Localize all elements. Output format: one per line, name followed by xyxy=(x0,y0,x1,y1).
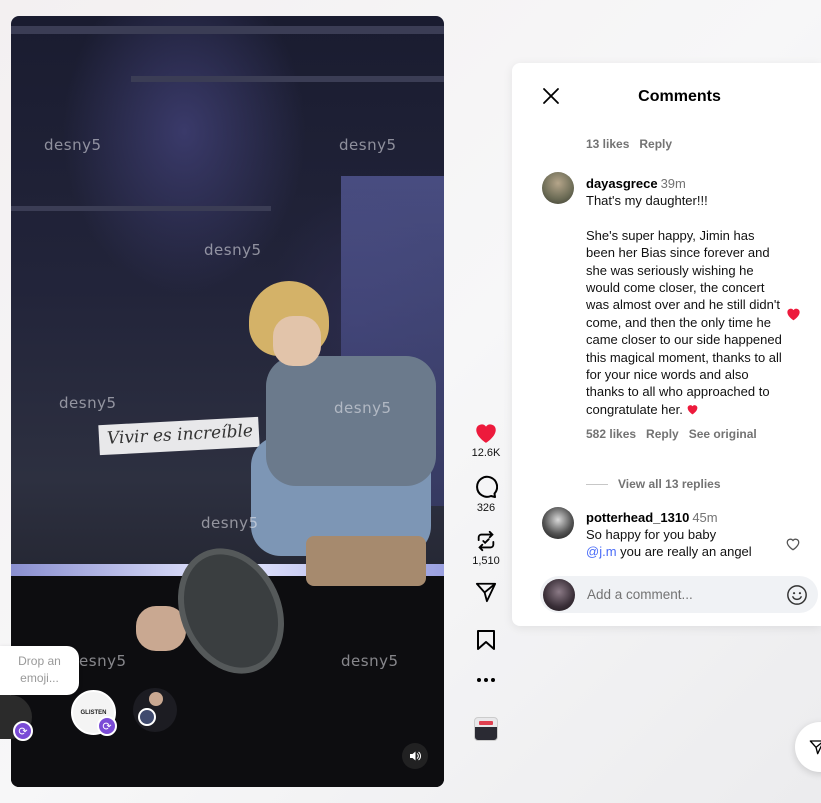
mention-link[interactable]: @j.m xyxy=(586,544,617,559)
comment-text: That's my daughter!!! xyxy=(586,193,708,208)
comment: potterhead_1310 45m So happy for you baby… xyxy=(586,509,782,561)
comment-time: 45m xyxy=(692,510,718,525)
reply-link[interactable]: Reply xyxy=(646,427,679,441)
send-icon xyxy=(475,582,497,603)
stage-truss xyxy=(11,206,271,211)
reply-link[interactable]: Reply xyxy=(639,137,672,151)
watermark: desny5 xyxy=(44,136,102,154)
comment-username[interactable]: potterhead_1310 xyxy=(586,510,689,525)
add-comment-field[interactable]: Add a comment... xyxy=(540,576,818,613)
more-icon xyxy=(477,678,495,682)
bookmark-icon xyxy=(477,630,495,650)
see-original-link[interactable]: See original xyxy=(689,427,757,441)
stage-truss xyxy=(11,26,444,34)
avatar[interactable] xyxy=(542,507,574,539)
comment-time: 39m xyxy=(660,176,686,191)
like-count: 13 likes xyxy=(586,137,630,151)
avatar[interactable] xyxy=(542,172,574,204)
repost-badge-icon: ⟳ xyxy=(13,721,33,741)
emoji-drop-zone[interactable]: Drop an emoji... xyxy=(0,646,79,695)
speaker-icon xyxy=(410,751,421,761)
performer-face xyxy=(273,316,321,366)
repost-button[interactable]: 1,510 xyxy=(472,530,500,567)
watermark: desny5 xyxy=(334,399,392,417)
heart-outline-icon[interactable] xyxy=(785,537,801,551)
watermark: desny5 xyxy=(59,394,117,412)
like-button[interactable]: 12.6K xyxy=(471,420,501,459)
comment-button[interactable]: 326 xyxy=(474,475,498,514)
action-rail: 12.6K 326 1,510 xyxy=(466,420,506,741)
avatar-label: GLISTEN xyxy=(80,709,107,716)
repost-badge-icon: ⟳ xyxy=(97,716,117,736)
panel-title: Comments xyxy=(638,88,721,105)
stage-truss xyxy=(131,76,444,82)
red-heart-emoji-icon xyxy=(688,405,698,415)
divider xyxy=(586,483,608,485)
comment-text: @j.m you are really an angel xyxy=(586,544,752,560)
comment-meta: 582 likes Reply See original xyxy=(586,427,782,441)
share-button[interactable] xyxy=(475,581,497,603)
audio-thumbnail[interactable] xyxy=(474,717,498,741)
sound-icon[interactable] xyxy=(402,743,428,769)
comment-text: So happy for you baby xyxy=(586,527,717,542)
comment-text: She's super happy, Jimin has been her Bi… xyxy=(586,227,782,417)
like-count: 582 likes xyxy=(586,427,637,442)
liked-heart-icon[interactable] xyxy=(785,306,802,321)
floating-button[interactable] xyxy=(795,722,821,772)
watermark: desny5 xyxy=(341,652,399,670)
comment-icon xyxy=(476,475,498,498)
avatar[interactable] xyxy=(133,688,177,732)
heart-icon xyxy=(476,424,496,443)
more-options-button[interactable] xyxy=(476,677,496,683)
watermark: desny5 xyxy=(339,136,397,154)
repost-count: 1,510 xyxy=(472,555,500,567)
avatar xyxy=(543,578,575,611)
sign: Vivir es increíble xyxy=(98,416,260,456)
performer-boots xyxy=(306,536,426,586)
comment-count: 326 xyxy=(476,502,496,514)
add-comment-placeholder[interactable]: Add a comment... xyxy=(587,587,786,602)
save-button[interactable] xyxy=(476,629,496,651)
comment-meta: 13 likes Reply xyxy=(586,137,682,151)
emoji-icon[interactable] xyxy=(786,584,808,606)
comment-username[interactable]: dayasgrece xyxy=(586,176,658,191)
send-icon xyxy=(809,740,821,755)
audio-cover-icon xyxy=(474,717,498,741)
like-count: 12.6K xyxy=(471,447,501,459)
performer-jacket xyxy=(266,356,436,486)
repost-icon xyxy=(477,530,495,552)
comments-panel: Comments 13 likes Reply dayasgrece 39m Tha… xyxy=(512,63,821,626)
comment: dayasgrece 39m That's my daughter!!! She'… xyxy=(586,175,782,441)
watermark: desny5 xyxy=(201,514,259,532)
watermark: desny5 xyxy=(204,241,262,259)
view-replies-button[interactable]: View all 13 replies xyxy=(586,477,721,491)
